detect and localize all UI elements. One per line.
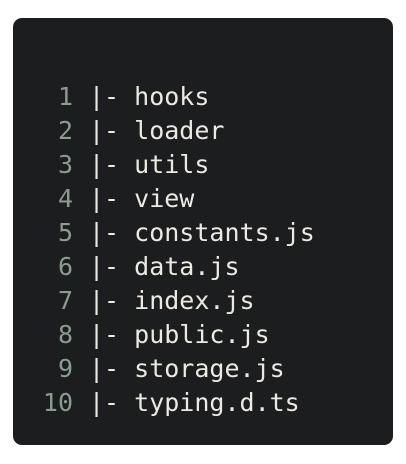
line-number: 10 bbox=[42, 387, 73, 417]
line-number: 5 bbox=[57, 217, 73, 247]
line-number: 2 bbox=[57, 115, 73, 145]
line-number: 9 bbox=[57, 353, 73, 383]
line-text: |- hooks bbox=[89, 81, 210, 111]
line-text: |- public.js bbox=[89, 319, 270, 349]
line-text: |- typing.d.ts bbox=[89, 387, 300, 417]
code-line: 4 |- view bbox=[13, 181, 315, 215]
code-lines: 1 |- hooks 2 |- loader 3 |- utils 4 |- v… bbox=[13, 79, 315, 419]
line-text: |- data.js bbox=[89, 251, 240, 281]
code-line: 10 |- typing.d.ts bbox=[13, 385, 315, 419]
line-number: 8 bbox=[57, 319, 73, 349]
line-number: 4 bbox=[57, 183, 73, 213]
code-line: 1 |- hooks bbox=[13, 79, 315, 113]
line-text: |- view bbox=[89, 183, 195, 213]
code-block: 1 |- hooks 2 |- loader 3 |- utils 4 |- v… bbox=[13, 18, 393, 445]
code-line: 3 |- utils bbox=[13, 147, 315, 181]
line-text: |- index.js bbox=[89, 285, 255, 315]
line-number: 6 bbox=[57, 251, 73, 281]
line-number: 7 bbox=[57, 285, 73, 315]
line-text: |- storage.js bbox=[89, 353, 285, 383]
code-line: 5 |- constants.js bbox=[13, 215, 315, 249]
line-number: 3 bbox=[57, 149, 73, 179]
line-text: |- utils bbox=[89, 149, 210, 179]
line-text: |- constants.js bbox=[89, 217, 315, 247]
line-number: 1 bbox=[57, 81, 73, 111]
code-line: 2 |- loader bbox=[13, 113, 315, 147]
code-line: 8 |- public.js bbox=[13, 317, 315, 351]
code-line: 9 |- storage.js bbox=[13, 351, 315, 385]
line-text: |- loader bbox=[89, 115, 225, 145]
code-line: 7 |- index.js bbox=[13, 283, 315, 317]
code-line: 6 |- data.js bbox=[13, 249, 315, 283]
